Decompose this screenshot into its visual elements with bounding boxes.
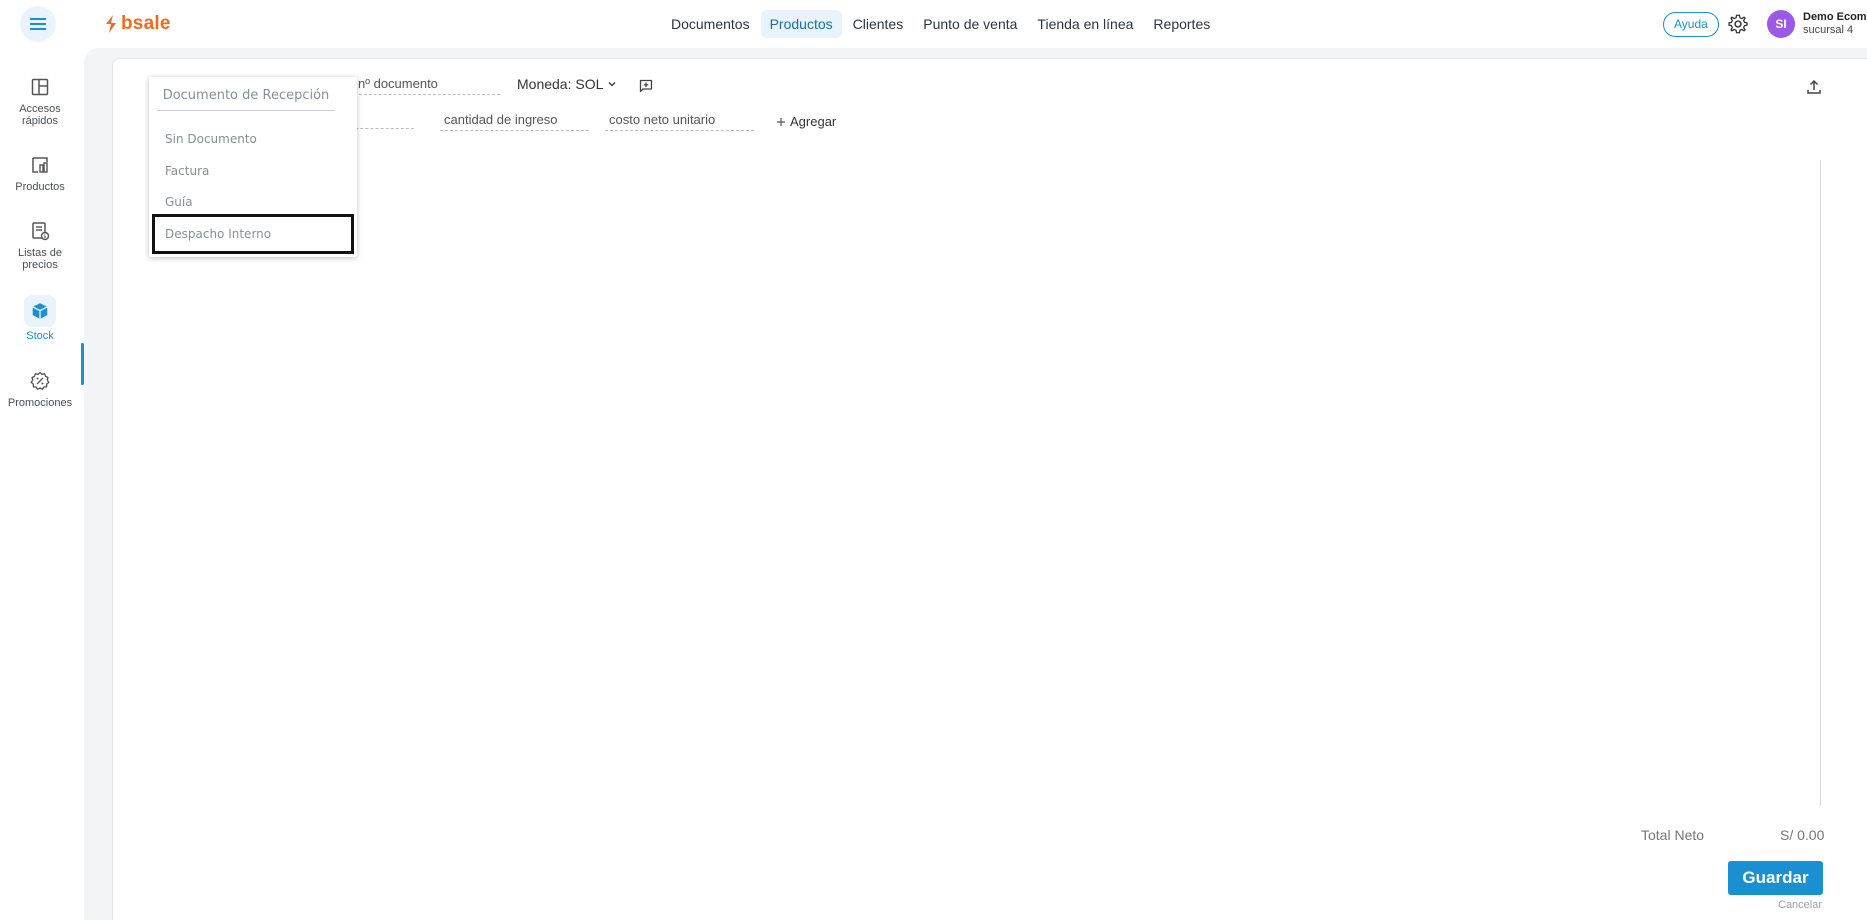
option-despacho-interno[interactable]: Despacho Interno (152, 214, 354, 254)
stock-box-icon (32, 303, 48, 319)
nav-reportes[interactable]: Reportes (1144, 10, 1219, 38)
help-button[interactable]: Ayuda (1663, 12, 1719, 37)
sidebar-item-promociones[interactable]: Promociones (0, 370, 80, 409)
plus-icon (777, 117, 785, 126)
sidebar-label: Productos (15, 181, 65, 193)
sidebar-item-productos[interactable]: Productos (0, 154, 80, 193)
add-label: Agregar (790, 114, 837, 129)
total-net-label: Total Neto (1641, 827, 1705, 843)
document-number-input[interactable]: nº documento (354, 75, 500, 95)
promotions-icon (30, 371, 50, 390)
user-name: Demo Ecom (1803, 11, 1867, 23)
sidebar-item-stock[interactable]: Stock (0, 295, 80, 342)
nav-tienda-en-linea[interactable]: Tienda en línea (1028, 10, 1142, 38)
sidebar-label: Listas de (17, 247, 63, 259)
nav-punto-de-venta[interactable]: Punto de venta (914, 10, 1026, 38)
svg-text:$: $ (43, 234, 46, 240)
add-button[interactable]: Agregar (776, 114, 836, 129)
menu-icon[interactable] (20, 6, 56, 42)
reception-form-card (112, 58, 1867, 920)
sidebar-item-accesos-rapidos[interactable]: Accesos rápidos (0, 76, 80, 127)
option-guia[interactable]: Guía (152, 191, 354, 213)
nav-productos[interactable]: Productos (760, 10, 842, 38)
sidebar: Accesos rápidos Productos $ Listas de pr… (0, 48, 84, 920)
currency-selector[interactable]: Moneda: SOL (517, 76, 617, 92)
gear-icon[interactable] (1727, 13, 1749, 35)
logo-text: bsale (121, 13, 171, 34)
chevron-down-icon (608, 82, 616, 87)
sidebar-item-listas-de-precios[interactable]: $ Listas de precios (0, 220, 80, 271)
currency-label: Moneda: SOL (517, 76, 604, 92)
bsale-logo[interactable]: bsale (104, 12, 171, 36)
scroll-track (1820, 160, 1821, 806)
sidebar-label: Promociones (7, 397, 73, 409)
unit-cost-input[interactable]: costo neto unitario (605, 111, 754, 131)
sidebar-label: precios (22, 259, 58, 271)
option-factura[interactable]: Factura (152, 160, 354, 182)
option-sin-documento[interactable]: Sin Documento (152, 128, 354, 150)
quick-access-icon (31, 78, 49, 96)
upload-icon[interactable] (1805, 78, 1823, 96)
sidebar-label: rápidos (21, 115, 59, 127)
cancel-link[interactable]: Cancelar (1778, 899, 1822, 911)
nav-clientes[interactable]: Clientes (844, 10, 913, 38)
dropdown-header: Documento de Recepción (157, 88, 335, 111)
sidebar-label: Accesos (19, 103, 61, 115)
user-info[interactable]: Demo Ecom sucursal 4 (1803, 11, 1867, 36)
sidebar-label: Stock (26, 330, 54, 342)
nav-documentos[interactable]: Documentos (662, 10, 759, 38)
main-nav: Documentos Productos Clientes Punto de v… (662, 10, 1219, 38)
avatar[interactable]: SI (1767, 10, 1795, 38)
total-net-value: S/ 0.00 (1780, 827, 1825, 843)
document-type-dropdown: Documento de Recepción Sin Documento Fac… (149, 77, 357, 257)
add-comment-icon[interactable] (638, 78, 654, 94)
quantity-input[interactable]: cantidad de ingreso (440, 111, 589, 131)
bsale-logo-icon (106, 15, 116, 33)
products-icon (32, 157, 48, 173)
user-branch: sucursal 4 (1803, 24, 1854, 36)
price-list-icon: $ (32, 222, 50, 241)
save-button[interactable]: Guardar (1728, 861, 1823, 895)
top-bar: bsale Documentos Productos Clientes Punt… (0, 0, 1867, 48)
stock-icon-wrapper (24, 295, 56, 327)
